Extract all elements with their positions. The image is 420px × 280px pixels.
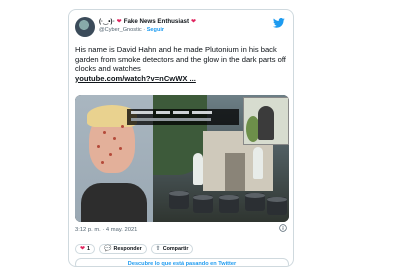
heart-icon: ❤ bbox=[80, 245, 86, 252]
separator-dot: · bbox=[143, 27, 146, 33]
share-label: Compartir bbox=[162, 245, 189, 252]
heart-emoji-icon: ❤ bbox=[116, 19, 122, 25]
video-caption-overlay bbox=[127, 109, 239, 125]
twitter-bird-icon[interactable] bbox=[273, 18, 285, 28]
discover-button[interactable]: Descubre lo que está pasando en Twitter bbox=[75, 258, 289, 266]
info-icon[interactable] bbox=[279, 224, 287, 232]
inset-photo bbox=[243, 97, 289, 145]
author-handle[interactable]: @Cyber_Gnostic bbox=[99, 27, 142, 33]
tweet-body: His name is David Hahn and he made Pluto… bbox=[75, 45, 289, 83]
share-button[interactable]: ⇧ Compartir bbox=[150, 243, 194, 254]
tweet-text: His name is David Hahn and he made Pluto… bbox=[75, 45, 286, 74]
avatar[interactable] bbox=[75, 17, 95, 37]
reply-button[interactable]: 💬 Responder bbox=[99, 243, 147, 254]
like-count: 1 bbox=[87, 245, 91, 252]
reply-icon: 💬 bbox=[104, 245, 112, 252]
tweet-link[interactable]: youtube.com/watch?v=nCwWX ... bbox=[75, 74, 196, 83]
tweet-media[interactable] bbox=[75, 95, 289, 222]
heart-emoji-icon: ❤ bbox=[191, 19, 197, 25]
display-name-prefix: (·‿•)◦ bbox=[99, 18, 115, 25]
reply-label: Responder bbox=[113, 245, 142, 252]
author-name[interactable]: (·‿•)◦ ❤ Fake News Enthusiast ❤ bbox=[99, 18, 196, 25]
follow-button[interactable]: Seguir bbox=[147, 27, 164, 33]
author-handle-line: @Cyber_Gnostic · Seguir bbox=[99, 27, 164, 33]
like-button[interactable]: ❤ 1 bbox=[75, 243, 96, 254]
display-name: Fake News Enthusiast bbox=[123, 18, 190, 25]
tweet-card: (·‿•)◦ ❤ Fake News Enthusiast ❤ @Cyber_G… bbox=[68, 9, 294, 267]
tweet-actions: ❤ 1 💬 Responder ⇧ Compartir bbox=[75, 243, 194, 254]
share-icon: ⇧ bbox=[155, 245, 161, 252]
tweet-timestamp[interactable]: 3:12 p. m. · 4 may. 2021 bbox=[75, 227, 137, 233]
tweet-header: (·‿•)◦ ❤ Fake News Enthusiast ❤ @Cyber_G… bbox=[75, 16, 287, 38]
